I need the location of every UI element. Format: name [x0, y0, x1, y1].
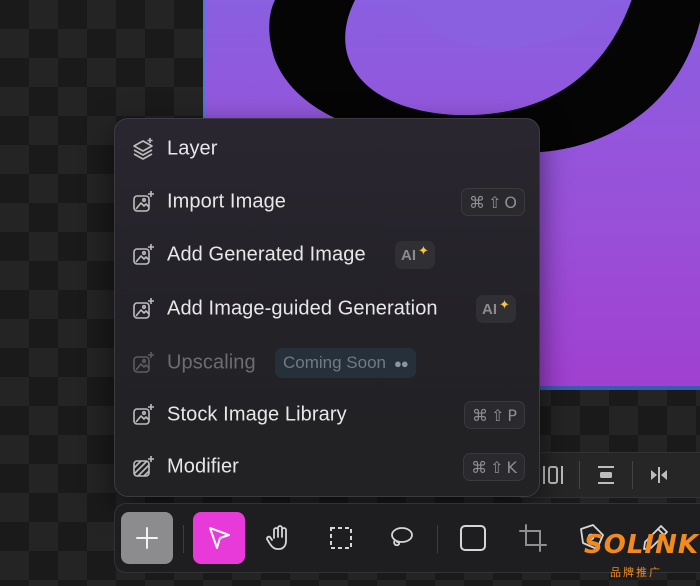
menu-item-modifier[interactable]: Modifier ⌘ ⇧ K	[115, 441, 541, 493]
image-plus-icon	[131, 403, 155, 427]
plus-icon	[136, 527, 158, 549]
ai-badge: AI ✦	[395, 241, 435, 269]
command-key: ⌘	[471, 457, 488, 477]
hand-icon	[266, 525, 287, 550]
keyboard-shortcut: ⌘ ⇧ O	[461, 188, 525, 216]
image-plus-icon	[131, 351, 155, 375]
sparkle-icon: ✦	[499, 297, 510, 312]
menu-item-label: Add Image-guided Generation	[167, 297, 438, 320]
image-plus-icon	[131, 190, 155, 214]
letter-key: O	[504, 192, 517, 212]
rectangle-tool-button[interactable]	[447, 512, 499, 564]
ai-badge: AI ✦	[476, 295, 516, 323]
keyboard-shortcut: ⌘ ⇧ K	[463, 453, 525, 481]
hatched-square-icon	[131, 455, 155, 479]
shift-key: ⇧	[490, 405, 505, 425]
separator	[437, 525, 438, 553]
marquee-tool-button[interactable]	[315, 512, 367, 564]
menu-item-label: Stock Image Library	[167, 403, 347, 426]
square-icon	[460, 525, 486, 551]
align-toolbar	[520, 452, 700, 498]
select-tool-button[interactable]	[193, 512, 245, 564]
ai-badge-label: AI	[401, 246, 416, 264]
add-button[interactable]	[121, 512, 173, 564]
dashed-square-icon	[330, 527, 352, 549]
crop-icon	[519, 524, 547, 552]
command-key: ⌘	[471, 405, 488, 425]
shift-key: ⇧	[490, 457, 504, 477]
watermark-logo: SOLINK 品牌推广	[584, 530, 698, 580]
distribute-horizontal-icon[interactable]	[639, 455, 679, 495]
watermark-text: SOLINK	[584, 530, 699, 560]
menu-item-add-image-guided-generation[interactable]: Add Image-guided Generation AI ✦	[115, 283, 541, 335]
separator	[632, 461, 633, 489]
menu-item-label: Upscaling	[167, 351, 256, 374]
image-plus-icon	[131, 297, 155, 321]
shift-key: ⇧	[488, 192, 502, 212]
cursor-icon	[209, 527, 230, 549]
separator	[579, 461, 580, 489]
menu-item-label: Import Image	[167, 190, 287, 213]
sparkle-icon: ✦	[418, 243, 429, 258]
layers-icon	[131, 137, 155, 161]
menu-item-label: Layer	[167, 137, 218, 160]
command-key: ⌘	[469, 192, 485, 212]
eyes-icon: ●●	[394, 355, 409, 371]
letter-key: P	[507, 405, 517, 425]
align-middle-icon[interactable]	[586, 455, 626, 495]
watermark-subtext: 品牌推广	[610, 567, 662, 579]
menu-item-add-generated-image[interactable]: Add Generated Image AI ✦	[115, 229, 541, 281]
lasso-tool-button[interactable]	[375, 512, 427, 564]
menu-item-import-image[interactable]: Import Image ⌘ ⇧ O	[115, 176, 541, 228]
crop-tool-button[interactable]	[507, 512, 559, 564]
image-plus-icon	[131, 243, 155, 267]
coming-soon-label: Coming Soon	[283, 353, 387, 372]
ai-badge-label: AI	[482, 300, 497, 318]
coming-soon-badge: Coming Soon ●●	[275, 348, 416, 378]
menu-item-stock-image-library[interactable]: Stock Image Library ⌘ ⇧ P	[115, 389, 541, 441]
letter-key: K	[506, 457, 518, 477]
menu-item-label: Modifier	[167, 455, 239, 478]
menu-item-upscaling: Upscaling Coming Soon ●●	[115, 337, 541, 389]
add-menu: Layer Import Image ⌘ ⇧ O Add Generated I…	[114, 118, 540, 497]
separator	[183, 525, 184, 553]
keyboard-shortcut: ⌘ ⇧ P	[463, 401, 525, 429]
menu-item-label: Add Generated Image	[167, 243, 366, 266]
hand-tool-button[interactable]	[253, 512, 305, 564]
lasso-icon	[391, 527, 413, 547]
menu-item-layer[interactable]: Layer	[115, 123, 541, 175]
